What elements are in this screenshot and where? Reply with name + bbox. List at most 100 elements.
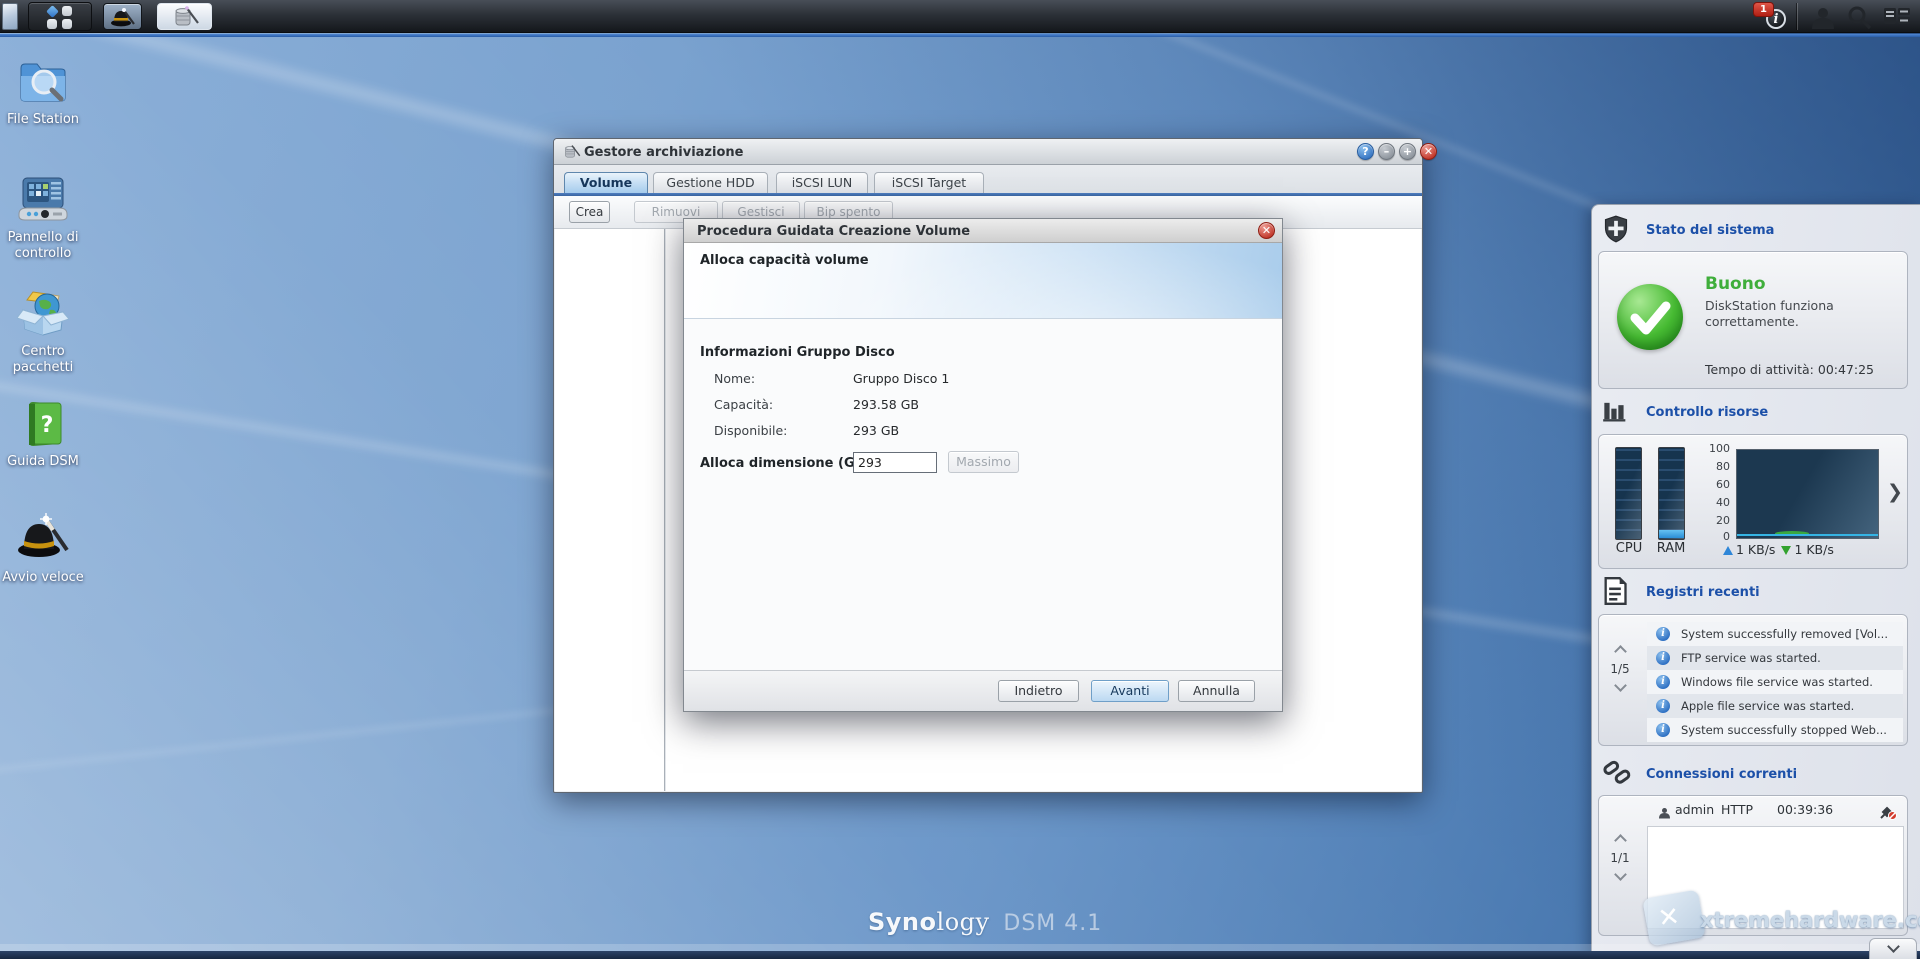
y-tick: 100 [1700, 442, 1730, 455]
allocate-size-input[interactable] [853, 452, 937, 473]
log-text: System successfully stopped Web... [1681, 723, 1887, 737]
show-desktop-button[interactable] [2, 3, 18, 30]
window-titlebar[interactable]: Gestore archiviazione ? – + ✕ [554, 139, 1422, 165]
desktop-icon-package-center[interactable]: Centro pacchetti [2, 288, 84, 376]
bottom-dark-band [0, 951, 1920, 959]
indietro-button[interactable]: Indietro [998, 680, 1079, 702]
desktop-icon-label: Centro pacchetti [2, 344, 84, 376]
tab-label: iSCSI Target [892, 175, 966, 190]
info-icon: i [1656, 651, 1670, 665]
dialog-title: Procedura Guidata Creazione Volume [697, 224, 970, 239]
field-value: 293 GB [853, 423, 899, 438]
upload-speed: 1 KB/s [1736, 542, 1775, 557]
status-ok-icon [1617, 284, 1683, 350]
crea-button[interactable]: Crea [569, 201, 610, 223]
network-chart-cyan-series [1737, 534, 1878, 536]
status-description: DiskStation funziona correttamente. [1705, 298, 1875, 330]
dsm-logo: Synology DSM 4.1 [868, 908, 1102, 936]
y-tick: 60 [1700, 478, 1730, 491]
desktop: 1 i File Station [0, 0, 1920, 959]
field-value: Gruppo Disco 1 [853, 371, 949, 386]
page-down-icon[interactable] [1614, 679, 1627, 692]
window-help-button[interactable]: ? [1357, 143, 1374, 160]
system-health-shield-icon [1602, 215, 1630, 243]
desktop-icon-label: Avvio veloce [2, 570, 84, 586]
info-icon: i [1656, 723, 1670, 737]
storage-manager-icon [563, 143, 581, 161]
desktop-icon-label: Guida DSM [2, 454, 84, 470]
chevron-down-icon [1887, 940, 1900, 953]
resource-monitor-title: Controllo risorse [1646, 405, 1768, 420]
user-icon[interactable] [1808, 5, 1838, 29]
recent-logs-icon [1602, 577, 1628, 605]
page-down-icon[interactable] [1614, 868, 1627, 881]
svg-text:?: ? [41, 413, 54, 438]
log-text: System successfully removed [Vol... [1681, 627, 1888, 641]
volume-wizard-dialog: Procedura Guidata Creazione Volume ✕ All… [683, 218, 1283, 712]
tab-label: Gestione HDD [666, 175, 754, 190]
status-uptime: Tempo di attività: 00:47:25 [1705, 362, 1874, 377]
connections-title: Connessioni correnti [1646, 767, 1797, 782]
tab-iscsi-lun[interactable]: iSCSI LUN [776, 172, 868, 193]
dialog-close-button[interactable]: ✕ [1258, 222, 1275, 239]
cpu-label: CPU [1609, 541, 1649, 556]
panel-collapse-tab[interactable] [1869, 938, 1917, 959]
connection-protocol: HTTP [1721, 802, 1753, 817]
window-tabbar: Volume Gestione HDD iSCSI LUN iSCSI Targ… [554, 165, 1422, 193]
desktop-icon-dsm-help[interactable]: ? Guida DSM [2, 400, 84, 470]
allocate-size-label: Alloca dimensione (GB): [700, 456, 876, 471]
dsm-help-icon: ? [19, 400, 67, 448]
disconnect-icon[interactable] [1879, 804, 1897, 820]
status-value: Buono [1705, 274, 1766, 294]
ram-label: RAM [1651, 541, 1691, 556]
network-chart [1736, 449, 1879, 539]
log-list: i System successfully removed [Vol... iFT… [1647, 622, 1903, 742]
logo-brand-thin: logy [937, 908, 990, 936]
tab-iscsi-target[interactable]: iSCSI Target [874, 172, 984, 193]
open-resource-monitor-chevron[interactable]: ❯ [1887, 481, 1903, 503]
avanti-button[interactable]: Avanti [1091, 680, 1169, 702]
dialog-titlebar[interactable]: Procedura Guidata Creazione Volume ✕ [684, 219, 1282, 243]
annulla-button[interactable]: Annulla [1178, 680, 1255, 702]
connection-row: admin HTTP 00:39:36 [1647, 802, 1904, 824]
dialog-footer: Indietro Avanti Annulla [684, 670, 1282, 711]
desktop-icon-control-panel[interactable]: Pannello di controllo [2, 174, 84, 262]
massimo-button[interactable]: Massimo [948, 451, 1019, 473]
dialog-step-title: Alloca capacità volume [700, 253, 869, 268]
disk-group-section-title: Informazioni Gruppo Disco [700, 345, 895, 360]
tab-label: iSCSI LUN [792, 175, 853, 190]
resource-monitor-icon [1602, 398, 1630, 424]
window-minimize-button[interactable]: – [1378, 143, 1395, 160]
pilot-view-icon[interactable] [1882, 5, 1912, 29]
resource-monitor-box: CPU RAM 100 80 60 40 20 0 ❯ 1 KB/s1 KB/s [1598, 434, 1908, 569]
taskbar-quick-start-button[interactable] [103, 3, 142, 30]
tab-label: Volume [580, 175, 632, 190]
field-label: Nome: [714, 371, 755, 386]
dialog-step-banner: Alloca capacità volume [684, 243, 1282, 319]
window-maximize-button[interactable]: + [1399, 143, 1416, 160]
info-icon: i [1656, 699, 1670, 713]
taskbar-storage-manager-button[interactable] [157, 3, 212, 30]
connections-link-icon [1602, 757, 1632, 787]
search-icon[interactable] [1846, 5, 1872, 30]
log-row: iFTP service was started. [1647, 646, 1903, 670]
storage-manager-icon [172, 5, 200, 29]
notification-badge[interactable]: 1 [1753, 2, 1774, 17]
page-up-icon[interactable] [1614, 834, 1627, 847]
desktop-icon-label: Pannello di controllo [2, 230, 84, 262]
ram-meter [1658, 447, 1685, 540]
log-text: Apple file service was started. [1681, 699, 1854, 713]
main-menu-icon [46, 6, 76, 29]
desktop-icon-quick-start[interactable]: Avvio veloce [2, 510, 84, 586]
connections-page-indicator: 1/1 [1603, 851, 1637, 865]
log-row: i System successfully stopped Web... [1647, 718, 1903, 742]
tab-volume[interactable]: Volume [564, 172, 648, 193]
page-up-icon[interactable] [1614, 645, 1627, 658]
window-close-button[interactable]: ✕ [1420, 143, 1437, 160]
field-label: Disponibile: [714, 423, 787, 438]
user-icon [1657, 805, 1672, 820]
main-menu-button[interactable] [28, 2, 92, 31]
desktop-icon-file-station[interactable]: File Station [2, 56, 84, 128]
connection-time: 00:39:36 [1777, 802, 1833, 817]
tab-gestione-hdd[interactable]: Gestione HDD [653, 172, 768, 193]
